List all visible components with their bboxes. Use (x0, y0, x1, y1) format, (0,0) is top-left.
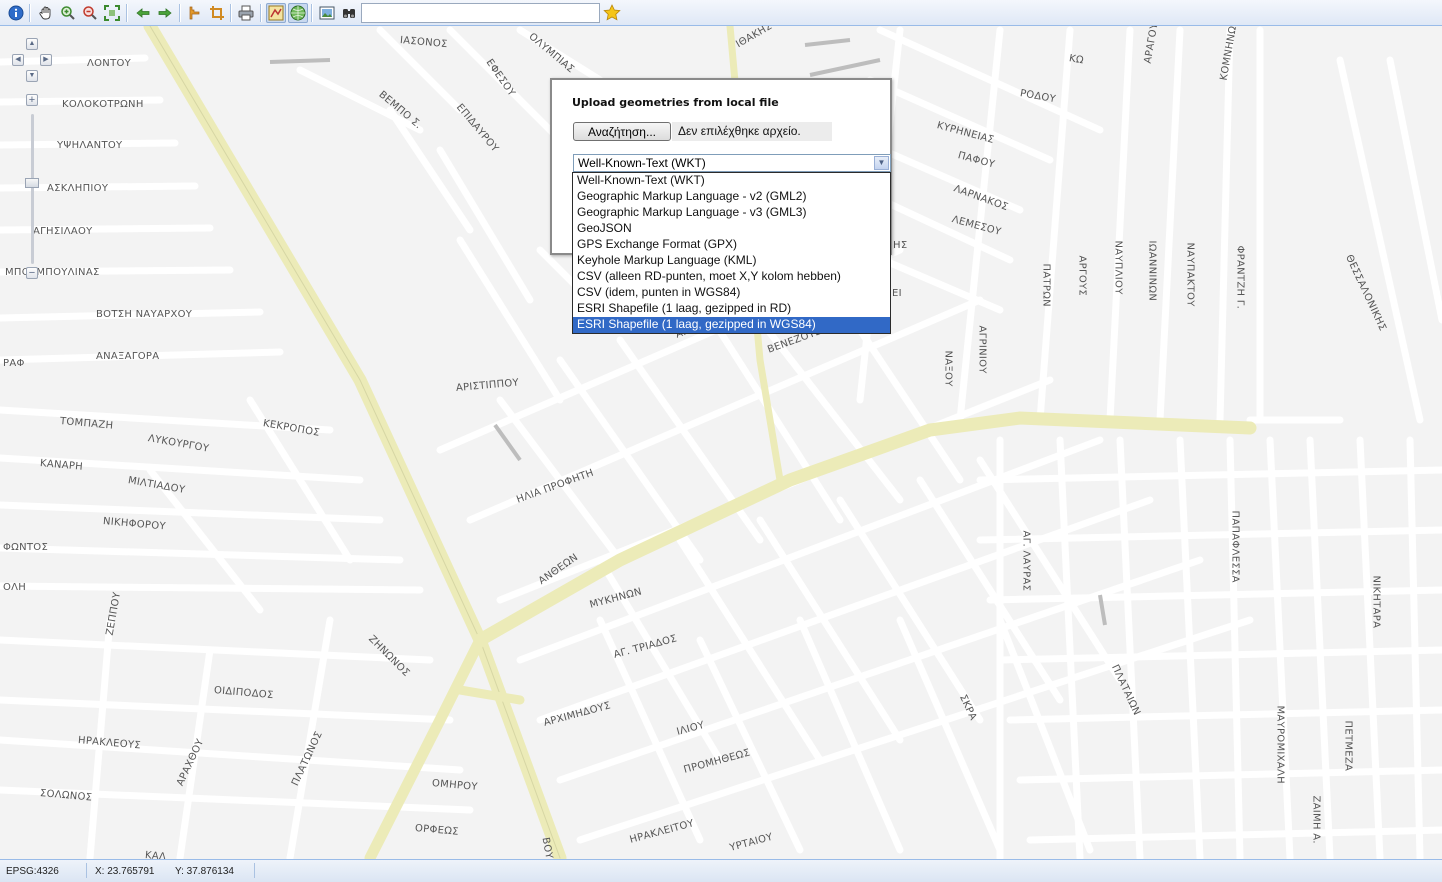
street-label: ΚΩ (1068, 53, 1085, 67)
zoom-in-icon[interactable] (58, 3, 78, 23)
map-image-icon[interactable] (317, 3, 337, 23)
format-option[interactable]: ESRI Shapefile (1 laag, gezipped in RD) (573, 301, 890, 317)
street-label: ΝΙΚΗΤΑΡΑ (1370, 575, 1382, 629)
projection-label: EPSG:4326 (6, 866, 59, 877)
street-label: ΑΝΑΞΑΓΟΡΑ (96, 351, 160, 362)
street-label: ΝΑΞΟΥ (942, 350, 954, 387)
street-label: ΥΨΗΛΑΝΤΟΥ (57, 140, 123, 151)
zoom-extent-icon[interactable] (102, 3, 122, 23)
street-label: ΑΡΓΟΥΣ (1076, 255, 1088, 297)
street-label: ΚΟΛΟΚΟΤΡΩΝΗ (62, 99, 144, 110)
street-label: ΙΩΑΝΝΙΝΩΝ (1146, 240, 1158, 302)
y-coordinate: Y: 37.876134 (175, 866, 234, 877)
x-coordinate: X: 23.765791 (95, 866, 155, 877)
format-option[interactable]: CSV (idem, punten in WGS84) (573, 285, 890, 301)
street-label: ΛΟΝΤΟΥ (87, 58, 132, 69)
street-label: ΑΣΚΛΗΠΙΟΥ (47, 183, 109, 194)
file-status-text: Δεν επιλέχθηκε αρχείο. (672, 122, 832, 141)
street-label: ΜΑΥΡΟΜΙΧΑΛΗ (1274, 705, 1286, 784)
street-label: ΝΑΥΠΛΙΟΥ (1112, 240, 1124, 295)
street-label: ΑΓΗΣΙΛΑΟΥ (33, 226, 93, 237)
street-label: ΟΛΗ (3, 582, 27, 593)
street-label: ΕΙ (892, 288, 902, 299)
format-option[interactable]: Geographic Markup Language - v2 (GML2) (573, 189, 890, 205)
format-option[interactable]: CSV (alleen RD-punten, moet X,Y kolom he… (573, 269, 890, 285)
format-select-value: Well-Known-Text (WKT) (578, 156, 706, 170)
zoom-in-button[interactable]: + (26, 94, 38, 106)
favorite-star-icon[interactable] (602, 3, 622, 23)
format-option[interactable]: ESRI Shapefile (1 laag, gezipped in WGS8… (573, 317, 890, 333)
draw-geometry-icon[interactable] (266, 3, 286, 23)
binoculars-icon[interactable] (339, 3, 359, 23)
street-label: ΠΑΠΑΦΛΕΣΣΑ (1229, 510, 1241, 583)
street-label: ΦΩΝΤΟΣ (3, 542, 49, 553)
upload-globe-icon[interactable] (288, 3, 308, 23)
format-option[interactable]: GeoJSON (573, 221, 890, 237)
street-label: ΑΓ. ΛΑΥΡΑΣ (1020, 530, 1032, 592)
pan-up-button[interactable]: ▲ (26, 38, 38, 50)
measure-icon[interactable] (185, 3, 205, 23)
format-select[interactable]: Well-Known-Text (WKT) ▼ (573, 154, 891, 172)
format-dropdown-list: Well-Known-Text (WKT) Geographic Markup L… (572, 172, 891, 334)
zoom-slider-thumb[interactable] (25, 178, 39, 188)
street-label: ΗΣ (893, 240, 908, 251)
crop-icon[interactable] (207, 3, 227, 23)
zoom-out-button[interactable]: − (26, 267, 38, 279)
street-label: ΠΕΤΜΕΖΑ (1342, 720, 1354, 772)
street-label: ΡΑΦ (3, 358, 25, 369)
street-label: ΦΡΑΝΤΖΗ Γ. (1234, 245, 1246, 310)
print-icon[interactable] (236, 3, 256, 23)
info-icon[interactable] (6, 3, 26, 23)
format-option[interactable]: Well-Known-Text (WKT) (573, 173, 890, 189)
search-input[interactable] (361, 3, 600, 23)
street-label: ΝΑΥΠΑΚΤΟΥ (1184, 242, 1196, 307)
street-label: ΜΠΟΥΜΠΟΥΛΙΝΑΣ (5, 267, 100, 278)
street-label: ΒΟΤΣΗ ΝΑΥΑΡΧΟΥ (96, 309, 193, 320)
pan-down-button[interactable]: ▼ (26, 70, 38, 82)
street-label: ΚΑΛ (144, 850, 167, 859)
status-bar: EPSG:4326 X: 23.765791 Y: 37.876134 (0, 859, 1442, 882)
pan-right-button[interactable]: ▶ (40, 54, 52, 66)
browse-file-button[interactable]: Αναζήτηση... (573, 122, 671, 141)
zoom-slider-track[interactable] (31, 114, 34, 264)
pan-left-button[interactable]: ◀ (12, 54, 24, 66)
zoom-out-icon[interactable] (80, 3, 100, 23)
format-option[interactable]: Geographic Markup Language - v3 (GML3) (573, 205, 890, 221)
forward-arrow-icon[interactable] (155, 3, 175, 23)
pan-hand-icon[interactable] (36, 3, 56, 23)
format-option[interactable]: GPS Exchange Format (GPX) (573, 237, 890, 253)
street-label: ΑΓΡΙΝΙΟΥ (976, 325, 988, 374)
map-toolbar (0, 0, 1442, 26)
back-arrow-icon[interactable] (133, 3, 153, 23)
chevron-down-icon[interactable]: ▼ (874, 156, 889, 170)
dialog-title: Upload geometries from local file (572, 96, 779, 109)
street-label: ΠΑΤΡΩΝ (1040, 263, 1052, 307)
street-label: ΖΑΙΜΗ Α. (1310, 795, 1322, 844)
format-option[interactable]: Keyhole Markup Language (KML) (573, 253, 890, 269)
